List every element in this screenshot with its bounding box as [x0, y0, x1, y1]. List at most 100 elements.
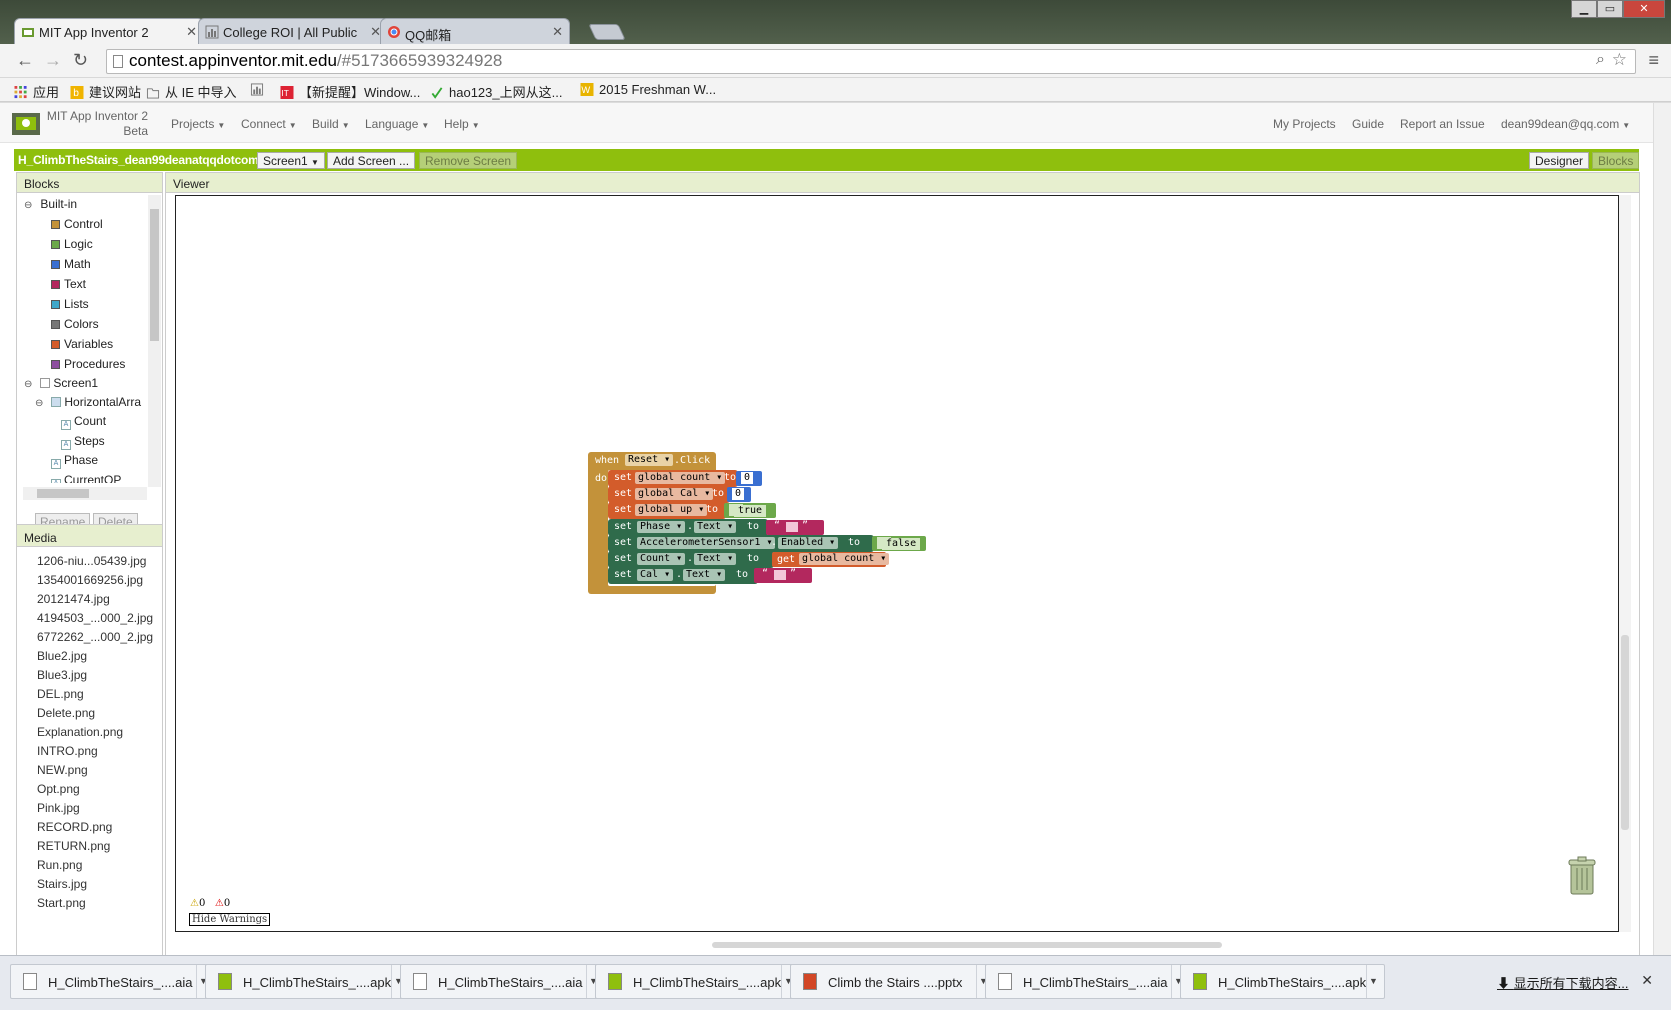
- star-icon[interactable]: ☆: [1612, 50, 1627, 70]
- download-item[interactable]: H_ClimbTheStairs_....apk ▼: [1180, 964, 1385, 999]
- close-icon[interactable]: ✕: [1641, 972, 1653, 989]
- event-component-dropdown[interactable]: Reset ▾: [625, 454, 674, 466]
- property-dropdown[interactable]: Enabled ▾: [778, 537, 839, 549]
- media-file-item[interactable]: 1354001669256.jpg: [37, 573, 143, 587]
- empty-text-block[interactable]: “”: [754, 568, 812, 583]
- add-screen-button[interactable]: Add Screen ...: [327, 152, 416, 169]
- menu-connect[interactable]: Connect ▼: [241, 117, 297, 131]
- variable-dropdown[interactable]: global up ▾: [635, 504, 708, 516]
- set-global-up-block[interactable]: set global up ▾ to: [608, 502, 726, 519]
- menu-help[interactable]: Help ▼: [444, 117, 480, 131]
- page-scrollbar[interactable]: [1653, 103, 1671, 955]
- media-file-item[interactable]: Stairs.jpg: [37, 877, 87, 891]
- download-item[interactable]: H_ClimbTheStairs_....aia ▼: [985, 964, 1190, 999]
- tree-item-logic[interactable]: Logic: [51, 237, 93, 251]
- bookmark-windows[interactable]: IT 【新提醒】Window...: [280, 82, 420, 101]
- variable-dropdown[interactable]: global Cal ▾: [635, 488, 714, 500]
- menu-icon[interactable]: ≡: [1648, 50, 1659, 71]
- reload-icon[interactable]: ↻: [73, 50, 88, 71]
- tree-phase[interactable]: A Phase: [51, 453, 98, 469]
- bookmark-hao123[interactable]: hao123_上网从这...: [430, 82, 562, 101]
- screen-select[interactable]: Screen1 ▼: [257, 152, 325, 169]
- tree-item-text[interactable]: Text: [51, 277, 86, 291]
- collapse-icon[interactable]: ⊖: [24, 379, 32, 390]
- show-all-downloads-link[interactable]: ⬇ 显示所有下载内容...: [1497, 973, 1628, 992]
- trash-icon[interactable]: [1567, 856, 1597, 896]
- tree-item-procedures[interactable]: Procedures: [51, 357, 125, 371]
- forward-arrow-icon[interactable]: →: [44, 50, 62, 71]
- media-file-item[interactable]: 6772262_...000_2.jpg: [37, 630, 153, 644]
- component-dropdown[interactable]: Phase ▾: [637, 521, 686, 533]
- download-menu-caret-icon[interactable]: ▼: [1366, 965, 1380, 998]
- collapse-icon[interactable]: ⊖: [24, 200, 32, 211]
- workspace-vertical-scrollbar[interactable]: [1619, 195, 1631, 932]
- tree-item-colors[interactable]: Colors: [51, 317, 99, 331]
- media-file-item[interactable]: 4194503_...000_2.jpg: [37, 611, 153, 625]
- logic-value[interactable]: false ▾: [877, 537, 921, 550]
- tree-horizontal-arrangement[interactable]: ⊖ HorizontalArra: [35, 395, 141, 409]
- false-block[interactable]: false ▾: [872, 536, 926, 551]
- media-file-item[interactable]: 1206-niu...05439.jpg: [37, 554, 146, 568]
- close-icon[interactable]: ✕: [552, 24, 563, 40]
- tab-college-roi[interactable]: College ROI | All Public ✕: [198, 18, 388, 44]
- hide-warnings-button[interactable]: Hide Warnings: [189, 913, 271, 926]
- bookmark-freshman[interactable]: W 2015 Freshman W...: [580, 82, 716, 97]
- media-file-item[interactable]: Run.png: [37, 858, 82, 872]
- tree-count[interactable]: A Count: [61, 414, 106, 430]
- scroll-thumb[interactable]: [150, 209, 159, 341]
- download-item[interactable]: H_ClimbTheStairs_....aia ▼: [10, 964, 215, 999]
- property-dropdown[interactable]: Text ▾: [683, 569, 726, 581]
- media-file-item[interactable]: Start.png: [37, 896, 86, 910]
- bookmark-suggested[interactable]: b 建议网站: [70, 82, 141, 101]
- guide-link[interactable]: Guide: [1352, 117, 1384, 131]
- close-window-icon[interactable]: ✕: [1623, 0, 1665, 18]
- designer-button[interactable]: Designer: [1529, 152, 1590, 169]
- media-file-item[interactable]: Delete.png: [37, 706, 95, 720]
- media-file-item[interactable]: 20121474.jpg: [37, 592, 110, 606]
- address-bar[interactable]: contest.appinventor.mit.edu/#51736659393…: [106, 49, 1636, 74]
- set-global-count-block[interactable]: set global count ▾ to: [608, 470, 738, 487]
- number-zero-block[interactable]: 0: [727, 487, 751, 502]
- remove-screen-button[interactable]: Remove Screen: [419, 152, 518, 169]
- bookmark-ie-import[interactable]: 从 IE 中导入: [146, 82, 237, 101]
- set-count-text-block[interactable]: set Count ▾ . Text ▾ to: [608, 551, 774, 568]
- variable-dropdown[interactable]: global count ▾: [799, 553, 890, 565]
- set-global-cal-block[interactable]: set global Cal ▾ to: [608, 486, 730, 503]
- tree-item-variables[interactable]: Variables: [51, 337, 113, 351]
- get-global-count-block[interactable]: get global count ▾: [772, 552, 890, 567]
- media-file-item[interactable]: RETURN.png: [37, 839, 110, 853]
- back-arrow-icon[interactable]: ←: [16, 50, 34, 71]
- new-tab-button[interactable]: [588, 24, 626, 40]
- set-phase-text-block[interactable]: set Phase ▾ . Text ▾ to: [608, 519, 768, 536]
- media-file-item[interactable]: Pink.jpg: [37, 801, 80, 815]
- close-icon[interactable]: ✕: [186, 24, 197, 40]
- text-value[interactable]: [786, 522, 798, 532]
- media-file-item[interactable]: Explanation.png: [37, 725, 123, 739]
- media-file-item[interactable]: Blue3.jpg: [37, 668, 87, 682]
- variable-dropdown[interactable]: global count ▾: [635, 472, 726, 484]
- set-cal-text-block[interactable]: set Cal ▾ . Text ▾ to: [608, 567, 758, 584]
- scroll-thumb[interactable]: [37, 489, 89, 498]
- workspace-horizontal-scrollbar[interactable]: [712, 942, 1222, 948]
- collapse-icon[interactable]: ⊖: [35, 398, 43, 409]
- download-item[interactable]: H_ClimbTheStairs_....apk ▼: [205, 964, 410, 999]
- tree-screen1[interactable]: ⊖ Screen1: [24, 376, 98, 390]
- component-dropdown[interactable]: AccelerometerSensor1 ▾: [637, 537, 776, 549]
- scroll-thumb[interactable]: [1621, 635, 1629, 830]
- property-dropdown[interactable]: Text ▾: [694, 521, 737, 533]
- tree-item-lists[interactable]: Lists: [51, 297, 89, 311]
- download-item[interactable]: H_ClimbTheStairs_....apk ▼: [595, 964, 800, 999]
- menu-projects[interactable]: Projects ▼: [171, 117, 225, 131]
- tree-currentop[interactable]: ACurrentOP: [51, 473, 121, 483]
- search-icon[interactable]: ⌕: [1596, 51, 1605, 69]
- bookmark-apps[interactable]: 应用: [14, 82, 59, 101]
- my-projects-link[interactable]: My Projects: [1273, 117, 1336, 131]
- menu-language[interactable]: Language ▼: [365, 117, 429, 131]
- true-block[interactable]: true ▾: [724, 503, 776, 518]
- text-value[interactable]: [774, 570, 786, 580]
- set-accelerometer-enabled-block[interactable]: set AccelerometerSensor1 ▾ . Enabled ▾ t…: [608, 535, 874, 552]
- bookmark-chart[interactable]: [250, 82, 269, 97]
- blocks-workspace[interactable]: when Reset ▾ .Click do set global count …: [175, 195, 1619, 948]
- maximize-icon[interactable]: ▭: [1597, 0, 1623, 18]
- logic-value[interactable]: true ▾: [729, 504, 767, 517]
